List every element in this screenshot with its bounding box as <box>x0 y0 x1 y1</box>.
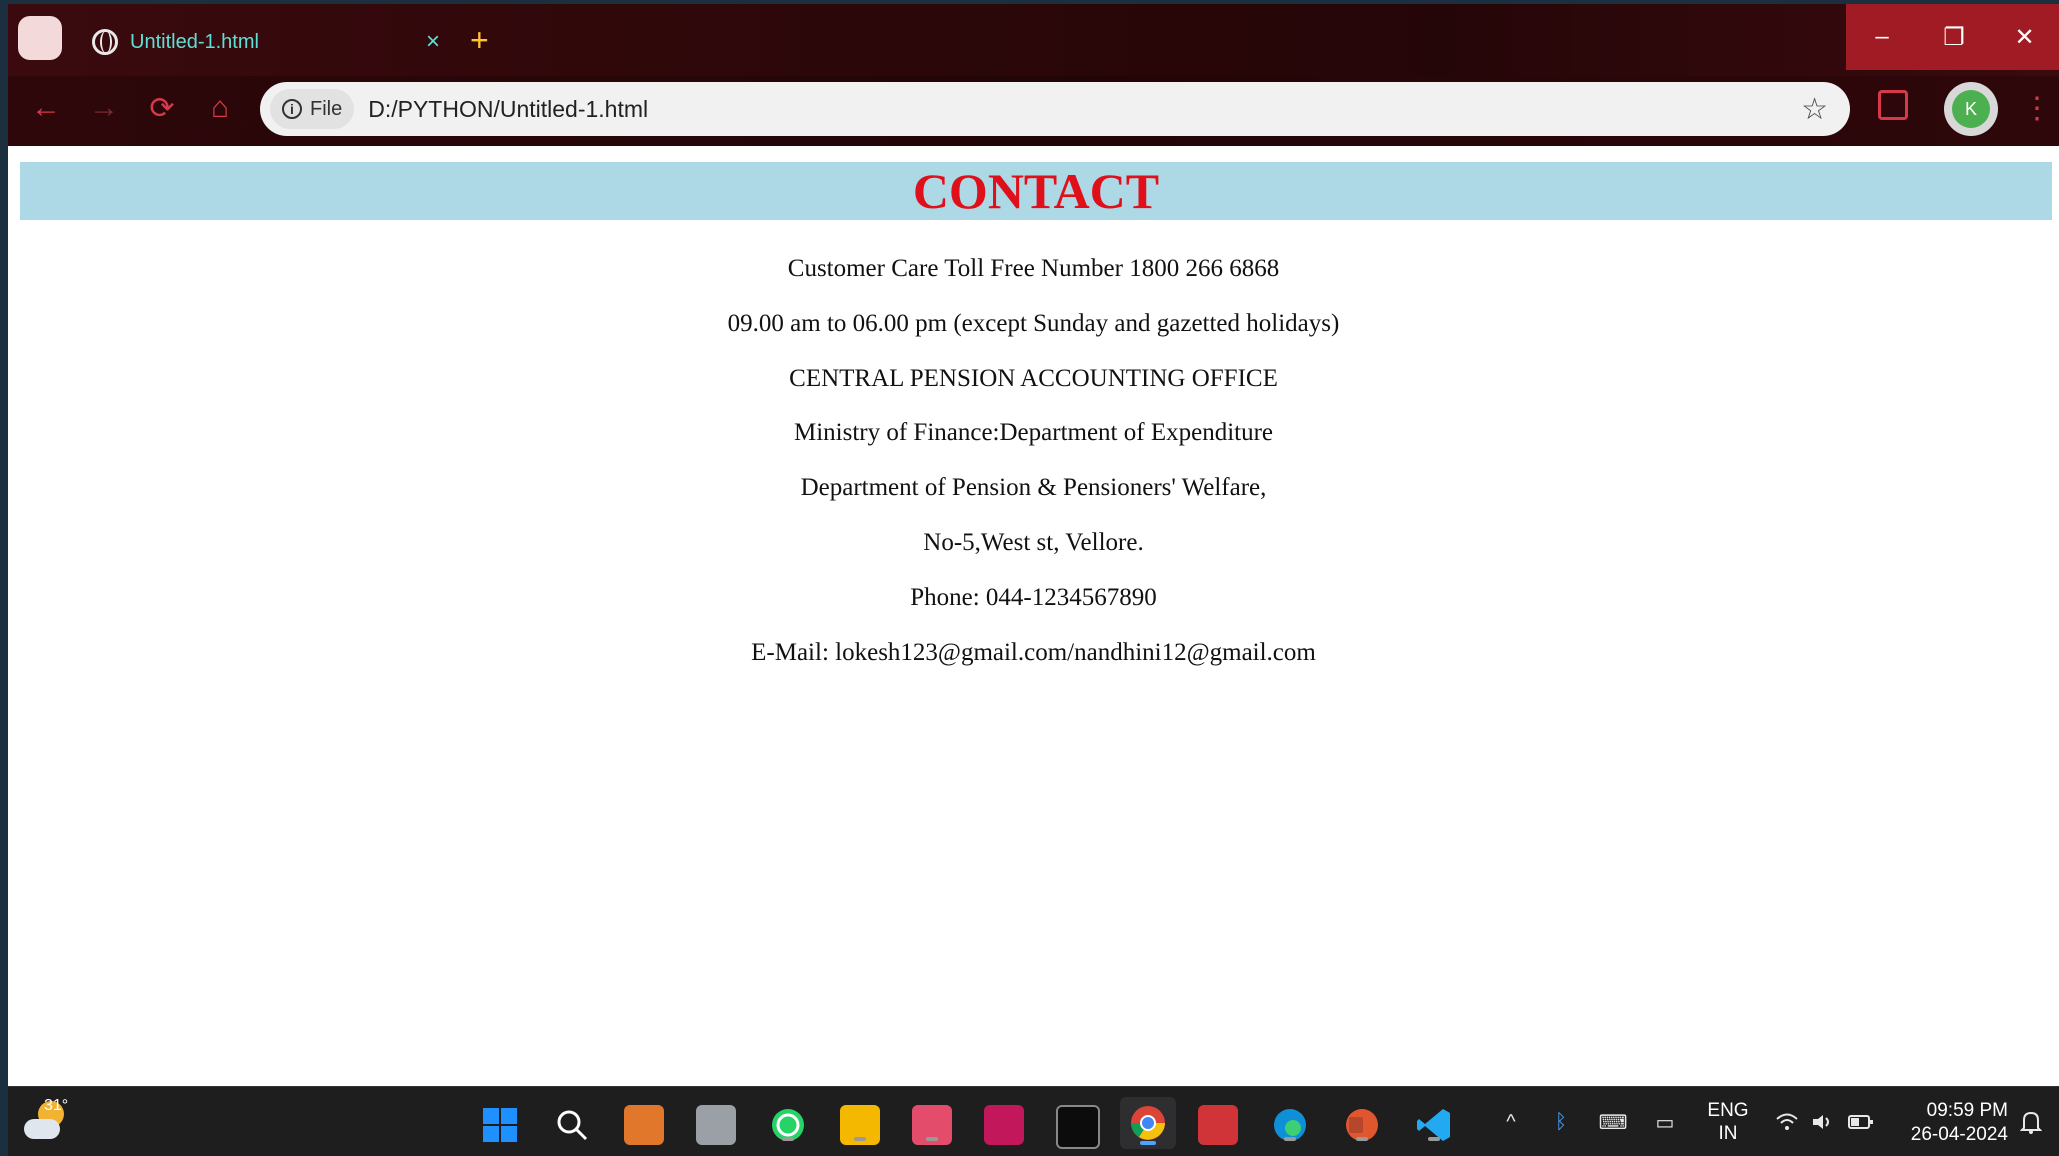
home-icon[interactable]: ⌂ <box>200 88 240 128</box>
close-window-button[interactable]: ✕ <box>1990 4 2059 70</box>
bluetooth-icon[interactable]: ᛒ <box>1544 1105 1578 1139</box>
notification-bell-icon[interactable] <box>2014 1105 2048 1139</box>
hours-line: 09.00 am to 06.00 pm (except Sunday and … <box>727 309 1340 337</box>
running-indicator <box>854 1137 866 1141</box>
language-code: ENG <box>1707 1100 1749 1121</box>
battery-icon[interactable] <box>1844 1105 1878 1139</box>
edge-icon[interactable] <box>1270 1105 1310 1145</box>
office-name-line: CENTRAL PENSION ACCOUNTING OFFICE <box>789 364 1278 392</box>
page-title: CONTACT <box>912 163 1160 219</box>
contact-details: Customer Care Toll Free Number 1800 266 … <box>8 242 2059 680</box>
whatsapp-icon[interactable] <box>768 1105 808 1145</box>
extensions-icon[interactable] <box>1878 90 1908 120</box>
language-indicator[interactable]: ENG IN <box>1698 1099 1758 1145</box>
wifi-icon[interactable] <box>1770 1105 1804 1139</box>
screen: Untitled-1.html × + – ❐ ✕ ← → ⟳ ⌂ i File… <box>8 4 2059 1156</box>
terminal-icon[interactable] <box>1056 1105 1100 1149</box>
tab-close-icon[interactable]: × <box>426 28 440 56</box>
running-indicator <box>926 1137 938 1141</box>
menu-icon[interactable]: ⋮ <box>2022 88 2052 128</box>
clock-time: 09:59 PM <box>1926 1100 2008 1121</box>
department-line: Department of Pension & Pensioners' Welf… <box>800 474 1267 502</box>
running-indicator <box>1284 1137 1296 1141</box>
region-code: IN <box>1718 1123 1738 1144</box>
weather-widget[interactable]: 31° <box>20 1097 70 1143</box>
browser-profile-logo-icon[interactable] <box>18 16 62 60</box>
reload-icon[interactable]: ⟳ <box>142 88 182 128</box>
chrome-icon[interactable] <box>1120 1097 1176 1149</box>
running-indicator <box>782 1137 794 1141</box>
system-clock[interactable]: 09:59 PM 26-04-2024 <box>1884 1099 2008 1147</box>
restore-button[interactable]: ❐ <box>1918 4 1990 70</box>
forward-icon[interactable]: → <box>84 88 124 128</box>
browser-toolbar: ← → ⟳ ⌂ i File D:/PYTHON/Untitled-1.html… <box>8 76 2059 146</box>
weather-temperature: 31° <box>44 1097 69 1114</box>
phone-line: Phone: 044-1234567890 <box>910 583 1157 611</box>
page-content: CONTACT Customer Care Toll Free Number 1… <box>8 146 2059 1086</box>
vscode-icon[interactable] <box>1414 1105 1454 1145</box>
address-bar[interactable]: i File D:/PYTHON/Untitled-1.html ☆ <box>260 82 1850 136</box>
start-icon[interactable] <box>480 1105 520 1145</box>
tab-title: Untitled-1.html <box>130 30 259 53</box>
url-text[interactable]: D:/PYTHON/Untitled-1.html <box>368 96 1801 123</box>
running-indicator <box>1428 1137 1440 1141</box>
task-view-icon[interactable] <box>696 1105 736 1145</box>
avatar: K <box>1952 90 1990 128</box>
copilot-icon[interactable] <box>624 1105 664 1145</box>
clock-date: 26-04-2024 <box>1910 1124 2008 1145</box>
back-icon[interactable]: ← <box>26 88 66 128</box>
running-indicator <box>1356 1137 1368 1141</box>
email-line: E-Mail: lokesh123@gmail.com/nandhini12@g… <box>751 638 1316 666</box>
toll-free-line: Customer Care Toll Free Number 1800 266 … <box>787 255 1280 282</box>
ministry-line: Ministry of Finance:Department of Expend… <box>793 419 1274 447</box>
taskbar: 31° ^ ᛒ ⌨ ▭ ENG IN 09:59 PM 26-04-2024 <box>8 1086 2059 1156</box>
tray-chevron-icon[interactable]: ^ <box>1494 1105 1528 1139</box>
new-tab-button[interactable]: + <box>470 20 489 60</box>
address-line: No-5,West st, Vellore. <box>923 528 1144 556</box>
minimize-button[interactable]: – <box>1846 4 1918 70</box>
search-icon[interactable] <box>552 1105 592 1145</box>
site-info-label: File <box>310 97 343 120</box>
snipping-tool-icon[interactable] <box>912 1105 952 1145</box>
info-icon: i <box>282 99 302 119</box>
volume-icon[interactable] <box>1806 1105 1840 1139</box>
file-explorer-icon[interactable] <box>840 1105 880 1145</box>
powerpoint-icon[interactable] <box>1342 1105 1382 1145</box>
site-info-chip[interactable]: i File <box>270 89 355 129</box>
active-indicator <box>1140 1141 1156 1145</box>
display-icon[interactable]: ▭ <box>1648 1105 1682 1139</box>
keyboard-icon[interactable]: ⌨ <box>1596 1105 1630 1139</box>
news-app-icon[interactable] <box>1198 1105 1238 1145</box>
tab-untitled-1[interactable]: Untitled-1.html × <box>78 18 458 66</box>
browser-titlebar: Untitled-1.html × + – ❐ ✕ <box>8 4 2059 76</box>
cloud-icon <box>24 1119 60 1139</box>
contact-header: CONTACT <box>20 162 2052 220</box>
globe-icon <box>92 29 118 55</box>
bookmark-star-icon[interactable]: ☆ <box>1801 92 1828 127</box>
profile-button[interactable]: K <box>1944 82 1998 136</box>
app-icon[interactable] <box>984 1105 1024 1145</box>
